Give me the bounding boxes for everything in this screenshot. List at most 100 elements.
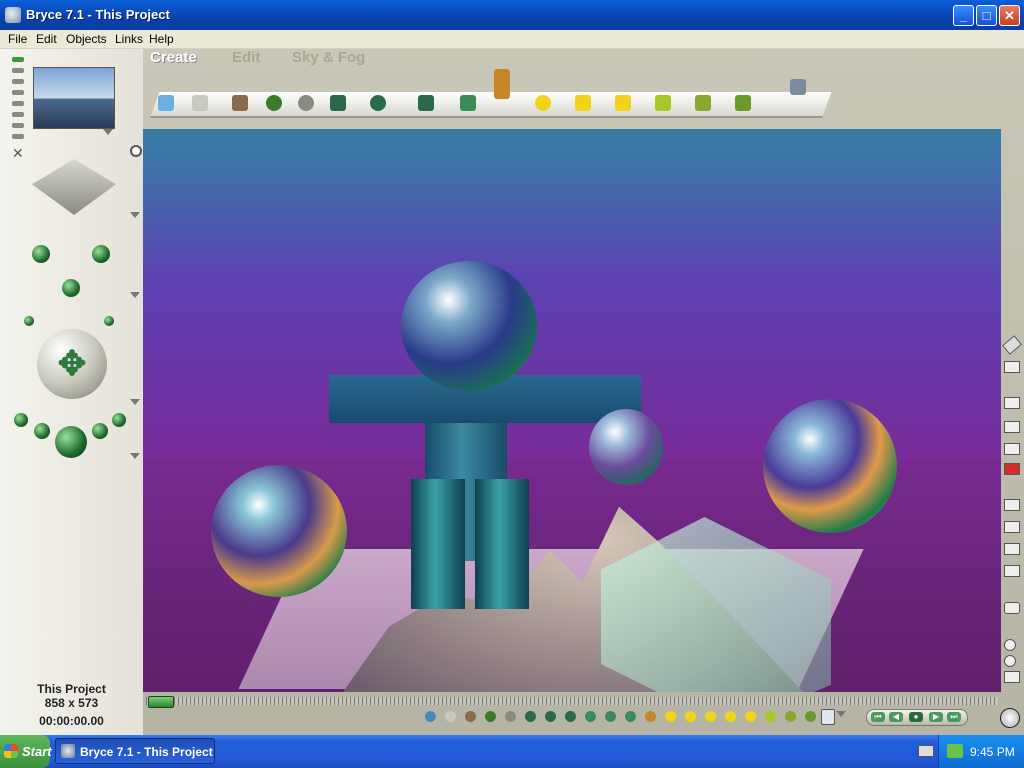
maximize-button[interactable]: □ xyxy=(976,5,997,26)
start-button[interactable]: Start xyxy=(0,735,52,768)
pan-ball-2-icon[interactable] xyxy=(34,423,50,439)
cube-icon[interactable] xyxy=(418,95,434,111)
network-tray-icon[interactable] xyxy=(947,744,963,758)
brush-icon[interactable] xyxy=(1002,335,1022,355)
fast-forward-button[interactable]: ⏭ xyxy=(947,712,961,722)
select-ground-icon[interactable] xyxy=(445,711,456,722)
zoom-out-icon[interactable] xyxy=(1004,655,1016,667)
select-water-icon[interactable] xyxy=(425,711,436,722)
selection-menu-triangle-icon[interactable] xyxy=(836,711,846,717)
rock-icon[interactable] xyxy=(298,95,314,111)
tab-edit[interactable]: Edit xyxy=(232,49,260,66)
select-light-5-icon[interactable] xyxy=(745,711,756,722)
camera-cross-icon[interactable]: ✕ xyxy=(12,145,24,162)
bryce-app-icon[interactable] xyxy=(5,7,21,23)
pan-menu-triangle-icon[interactable] xyxy=(130,453,140,459)
square-light-icon[interactable] xyxy=(615,95,631,111)
hand-pan-icon[interactable] xyxy=(1004,671,1020,683)
display-view-icon[interactable] xyxy=(1004,565,1020,577)
trackball-left-icon[interactable] xyxy=(32,245,50,263)
select-rock-icon[interactable] xyxy=(505,711,516,722)
select-camera-icon[interactable] xyxy=(805,711,816,722)
human-figure-icon[interactable] xyxy=(494,69,510,99)
trackball-menu-triangle-icon[interactable] xyxy=(130,292,140,298)
step-back-button[interactable]: ◀ xyxy=(889,712,903,722)
menu-file[interactable]: File xyxy=(8,32,27,46)
menu-objects[interactable]: Objects xyxy=(66,32,107,46)
wide-view-icon[interactable] xyxy=(1004,543,1020,555)
pan-ball-center-icon[interactable] xyxy=(55,426,87,458)
parallel-light-icon[interactable] xyxy=(735,95,751,111)
water-plane-icon[interactable] xyxy=(158,95,174,111)
pan-ball-4-icon[interactable] xyxy=(112,413,126,427)
create-menu-icon[interactable] xyxy=(790,79,806,95)
pan-ball-1-icon[interactable] xyxy=(14,413,28,427)
select-sphere-icon[interactable] xyxy=(545,711,556,722)
eraser-icon[interactable] xyxy=(1004,361,1020,373)
clock[interactable]: 9:45 PM xyxy=(970,745,1015,759)
select-group-icon[interactable] xyxy=(765,711,776,722)
select-path-icon[interactable] xyxy=(785,711,796,722)
select-torus-icon[interactable] xyxy=(525,711,536,722)
play-button[interactable]: ▶ xyxy=(929,712,943,722)
pyramid-icon[interactable] xyxy=(460,95,476,111)
select-tree-icon[interactable] xyxy=(485,711,496,722)
tab-create[interactable]: Create xyxy=(150,49,197,66)
render-mode-3-icon[interactable] xyxy=(1004,443,1020,455)
sphere-icon[interactable] xyxy=(370,95,386,111)
minimize-button[interactable]: _ xyxy=(953,5,974,26)
view-radio-icon[interactable] xyxy=(130,145,142,157)
select-figure-icon[interactable] xyxy=(645,711,656,722)
pan-ball-3-icon[interactable] xyxy=(92,423,108,439)
select-light-4-icon[interactable] xyxy=(725,711,736,722)
small-ball-left-icon[interactable] xyxy=(24,316,34,326)
radial-light-icon[interactable] xyxy=(695,95,711,111)
menu-help[interactable]: Help xyxy=(149,32,174,46)
select-disc-icon[interactable] xyxy=(625,711,636,722)
select-light-1-icon[interactable] xyxy=(665,711,676,722)
preview-menu-triangle-icon[interactable] xyxy=(103,129,113,135)
terrain-icon[interactable] xyxy=(232,95,248,111)
timeline-scrubber[interactable] xyxy=(148,696,174,708)
select-cube-icon[interactable] xyxy=(565,711,576,722)
stop-button[interactable]: ● xyxy=(909,712,923,722)
text-view-icon[interactable] xyxy=(1004,521,1020,533)
view-menu-triangle-icon[interactable] xyxy=(130,212,140,218)
sphere-light-icon[interactable] xyxy=(535,95,551,111)
small-ball-right-icon[interactable] xyxy=(104,316,114,326)
select-pyramid-icon[interactable] xyxy=(605,711,616,722)
list-view-icon[interactable] xyxy=(1004,499,1020,511)
select-all-icon[interactable] xyxy=(821,709,835,725)
render-mode-1-icon[interactable] xyxy=(1004,397,1020,409)
taskbar-button-bryce[interactable]: Bryce 7.1 - This Project xyxy=(55,738,215,764)
torus-icon[interactable] xyxy=(330,95,346,111)
render-stop-icon[interactable] xyxy=(1004,463,1020,475)
navigator-menu-triangle-icon[interactable] xyxy=(130,399,140,405)
render-mode-2-icon[interactable] xyxy=(1004,421,1020,433)
cube-view-icon[interactable] xyxy=(1004,602,1020,614)
tree-icon[interactable] xyxy=(266,95,282,111)
tab-sky-fog[interactable]: Sky & Fog xyxy=(292,49,365,66)
keyboard-icon[interactable] xyxy=(918,745,934,757)
ground-plane-icon[interactable] xyxy=(192,95,208,111)
globe-icon[interactable] xyxy=(1000,708,1020,728)
menu-edit[interactable]: Edit xyxy=(36,32,57,46)
select-cone-icon[interactable] xyxy=(585,711,596,722)
rewind-button[interactable]: ⏮ xyxy=(871,712,885,722)
select-terrain-icon[interactable] xyxy=(465,711,476,722)
window-titlebar[interactable]: Bryce 7.1 - This Project _ □ ✕ xyxy=(0,0,1024,30)
zoom-in-icon[interactable] xyxy=(1004,639,1016,651)
select-light-2-icon[interactable] xyxy=(685,711,696,722)
light-group-icon[interactable] xyxy=(655,95,671,111)
spot-light-icon[interactable] xyxy=(575,95,591,111)
menu-links[interactable]: Links xyxy=(115,32,143,46)
view-control-icon[interactable] xyxy=(32,159,116,215)
nano-preview[interactable] xyxy=(33,67,115,129)
trackball-bottom-icon[interactable] xyxy=(62,279,80,297)
render-viewport[interactable] xyxy=(143,129,1001,692)
view-slider[interactable] xyxy=(12,57,24,145)
select-light-3-icon[interactable] xyxy=(705,711,716,722)
close-button[interactable]: ✕ xyxy=(999,5,1020,26)
animation-timeline[interactable] xyxy=(146,697,998,705)
trackball-right-icon[interactable] xyxy=(92,245,110,263)
